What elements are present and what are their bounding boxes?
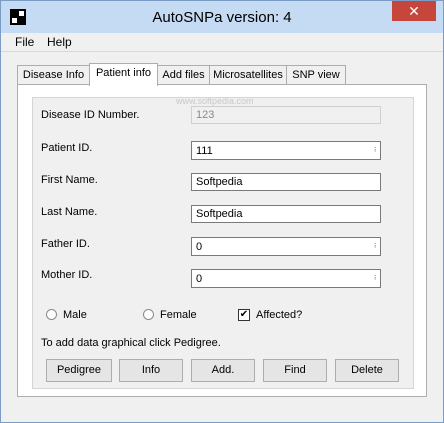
tab-disease-info[interactable]: Disease Info bbox=[17, 65, 90, 85]
male-radio[interactable] bbox=[46, 309, 57, 320]
last-name-label: Last Name. bbox=[41, 206, 98, 218]
affected-checkbox[interactable]: ✔ bbox=[238, 309, 250, 321]
info-button[interactable]: Info bbox=[119, 359, 183, 382]
title-bar[interactable]: AutoSNPa version: 4 ✕ bbox=[1, 1, 443, 33]
combo-arrow-icon[interactable]: ⁝ bbox=[374, 144, 378, 157]
menu-help[interactable]: Help bbox=[45, 35, 74, 49]
close-button[interactable]: ✕ bbox=[392, 1, 436, 21]
menu-file[interactable]: File bbox=[13, 35, 36, 49]
combo-arrow-icon[interactable]: ⁝ bbox=[374, 240, 378, 253]
watermark: www.softpedia.com bbox=[176, 96, 254, 106]
father-id-value: 0 bbox=[196, 241, 203, 253]
tab-snp-view[interactable]: SNP view bbox=[286, 65, 346, 85]
menu-bar: File Help bbox=[1, 33, 443, 52]
combo-arrow-icon[interactable]: ⁝ bbox=[374, 272, 378, 285]
patient-id-value: 111 bbox=[196, 145, 213, 157]
affected-label: Affected? bbox=[256, 309, 303, 321]
patient-id-label: Patient ID. bbox=[41, 142, 93, 154]
delete-button[interactable]: Delete bbox=[335, 359, 399, 382]
tab-patient-info[interactable]: Patient info bbox=[89, 63, 158, 86]
mother-id-label: Mother ID. bbox=[41, 269, 93, 281]
female-label: Female bbox=[160, 309, 197, 321]
find-button[interactable]: Find bbox=[263, 359, 327, 382]
last-name-field[interactable]: Softpedia bbox=[191, 205, 381, 223]
disease-id-field: 123 bbox=[191, 106, 381, 124]
first-name-field[interactable]: Softpedia bbox=[191, 173, 381, 191]
app-window: AutoSNPa version: 4 ✕ File Help Disease … bbox=[0, 0, 444, 423]
window-title: AutoSNPa version: 4 bbox=[152, 9, 292, 26]
father-id-combo[interactable]: 0 ⁝ bbox=[191, 237, 381, 256]
father-id-label: Father ID. bbox=[41, 238, 90, 250]
first-name-label: First Name. bbox=[41, 174, 98, 186]
mother-id-combo[interactable]: 0 ⁝ bbox=[191, 269, 381, 288]
female-radio[interactable] bbox=[143, 309, 154, 320]
patient-id-combo[interactable]: 111 ⁝ bbox=[191, 141, 381, 160]
add-button[interactable]: Add. bbox=[191, 359, 255, 382]
pedigree-hint: To add data graphical click Pedigree. bbox=[41, 337, 221, 349]
male-label: Male bbox=[63, 309, 87, 321]
tab-add-files[interactable]: Add files bbox=[157, 65, 210, 85]
disease-id-label: Disease ID Number. bbox=[41, 109, 140, 121]
pedigree-button[interactable]: Pedigree bbox=[46, 359, 112, 382]
mother-id-value: 0 bbox=[196, 273, 203, 285]
tab-microsatellites[interactable]: Microsatellites bbox=[209, 65, 287, 85]
